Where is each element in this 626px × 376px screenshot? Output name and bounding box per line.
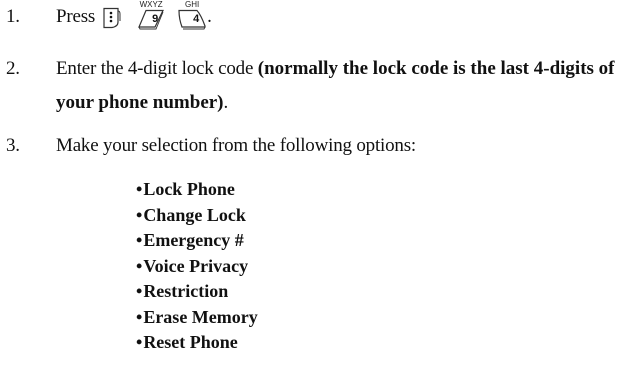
option-change-lock: •Change Lock: [136, 203, 258, 229]
step-number: 1.: [6, 6, 20, 27]
step-text: Press WXYZ 9 GHI 4.: [56, 0, 616, 34]
bullet: •: [136, 230, 143, 250]
key-4-icon: GHI 4: [177, 0, 207, 30]
menu-key-icon: [101, 7, 121, 29]
options-list: •Lock Phone •Change Lock •Emergency # •V…: [136, 177, 258, 356]
step-1: 1. Press WXYZ 9 GHI 4.: [0, 0, 620, 36]
option-restriction: •Restriction: [136, 279, 258, 305]
bullet: •: [136, 306, 143, 327]
step-text: Make your selection from the following o…: [56, 135, 416, 156]
press-label: Press: [56, 6, 96, 27]
option-erase-memory: •Erase Memory: [136, 305, 258, 331]
option-label: Voice Privacy: [143, 255, 249, 276]
step-number: 3.: [6, 135, 20, 156]
option-emergency-number: •Emergency #: [136, 228, 258, 254]
option-label: Erase Memory: [143, 306, 258, 327]
bullet: •: [136, 255, 143, 276]
option-label: Restriction: [143, 281, 229, 301]
bullet: •: [136, 281, 143, 301]
option-label: Change Lock: [143, 204, 246, 225]
step-suffix: .: [223, 92, 229, 113]
step-number: 2.: [6, 58, 20, 79]
bullet: •: [136, 204, 143, 225]
bullet: •: [136, 332, 143, 352]
option-label: Reset Phone: [143, 332, 238, 352]
step-text: Enter the 4-digit lock code (normally th…: [56, 52, 616, 120]
option-voice-privacy: •Voice Privacy: [136, 254, 258, 280]
option-lock-phone: •Lock Phone: [136, 177, 258, 203]
step-2: 2. Enter the 4-digit lock code (normally…: [0, 52, 620, 122]
option-label: Lock Phone: [143, 179, 235, 199]
step-plain-text: Enter the 4-digit lock code: [56, 58, 258, 79]
key-9-icon: WXYZ 9: [137, 0, 165, 30]
step-3: 3. Make your selection from the followin…: [0, 129, 620, 165]
option-label: Emergency #: [143, 230, 244, 250]
option-reset-phone: •Reset Phone: [136, 330, 258, 356]
bullet: •: [136, 179, 143, 199]
